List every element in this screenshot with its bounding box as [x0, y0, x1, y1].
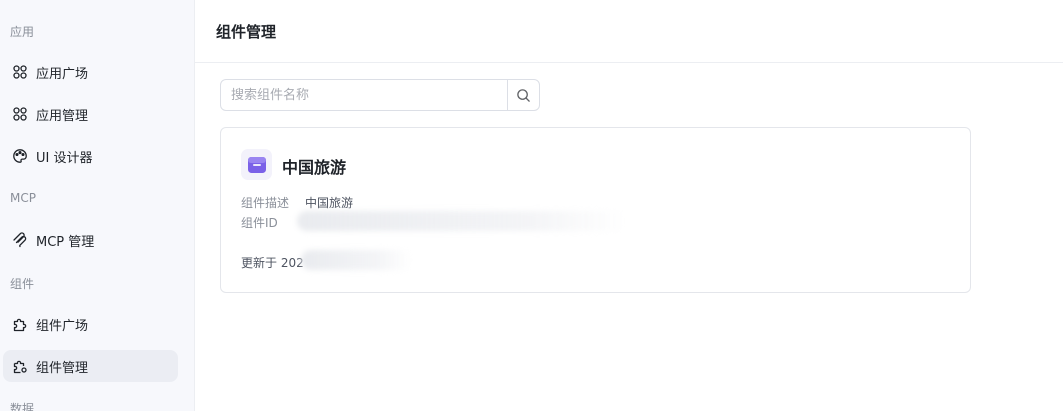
search-button[interactable] [507, 80, 539, 110]
updated-time: 更新于 202 [241, 256, 304, 270]
sidebar-item-label: MCP 管理 [36, 234, 95, 250]
grid-icon [12, 106, 28, 122]
sidebar-group-apps: 应用 [10, 25, 35, 39]
sidebar-item-component-manage[interactable]: 组件管理 [3, 350, 178, 382]
component-id-label: 组件ID [241, 216, 278, 230]
sidebar-item-label: 组件管理 [36, 360, 89, 376]
component-name: 中国旅游 [282, 158, 347, 177]
sidebar-item-app-plaza[interactable]: 应用广场 [3, 56, 178, 88]
main-content: 组件管理 中国旅游 组件描述 中国旅游 组件ID [195, 0, 1063, 411]
sidebar-item-mcp-manage[interactable]: MCP 管理 [3, 224, 178, 256]
sidebar-item-component-plaza[interactable]: 组件广场 [3, 308, 178, 340]
component-card[interactable]: 中国旅游 组件描述 中国旅游 组件ID 更新于 202 [220, 127, 971, 293]
sidebar-group-data: 数据 [10, 402, 35, 411]
page-header: 组件管理 [195, 0, 1063, 63]
search-icon [517, 88, 530, 102]
sidebar-group-components: 组件 [10, 277, 35, 291]
grid-icon [12, 64, 28, 80]
sidebar-group-mcp: MCP [10, 191, 36, 205]
sidebar-item-label: 组件广场 [36, 318, 89, 334]
description-label: 组件描述 [241, 196, 290, 210]
sidebar-item-label: UI 设计器 [36, 150, 93, 166]
app-root: 应用 应用广场 应用管理 UI 设计器 MCP MCP 管理 组件 组件广场 组… [0, 0, 1063, 411]
sidebar: 应用 应用广场 应用管理 UI 设计器 MCP MCP 管理 组件 组件广场 组… [0, 0, 195, 411]
puzzle-settings-icon [12, 358, 28, 374]
search-box [220, 79, 540, 111]
sidebar-item-label: 应用管理 [36, 108, 89, 124]
component-id-redacted [297, 211, 627, 231]
puzzle-icon [12, 316, 28, 332]
mcp-icon [12, 232, 28, 248]
sidebar-item-app-manage[interactable]: 应用管理 [3, 98, 178, 130]
sidebar-item-label: 应用广场 [36, 66, 89, 82]
component-logo [241, 149, 272, 180]
search-input[interactable] [221, 80, 507, 110]
sidebar-item-ui-designer[interactable]: UI 设计器 [3, 140, 178, 172]
palette-icon [12, 148, 28, 164]
page-title: 组件管理 [216, 22, 277, 41]
description-value: 中国旅游 [305, 196, 354, 210]
updated-time-redacted [301, 250, 411, 270]
component-box-icon [247, 156, 266, 173]
